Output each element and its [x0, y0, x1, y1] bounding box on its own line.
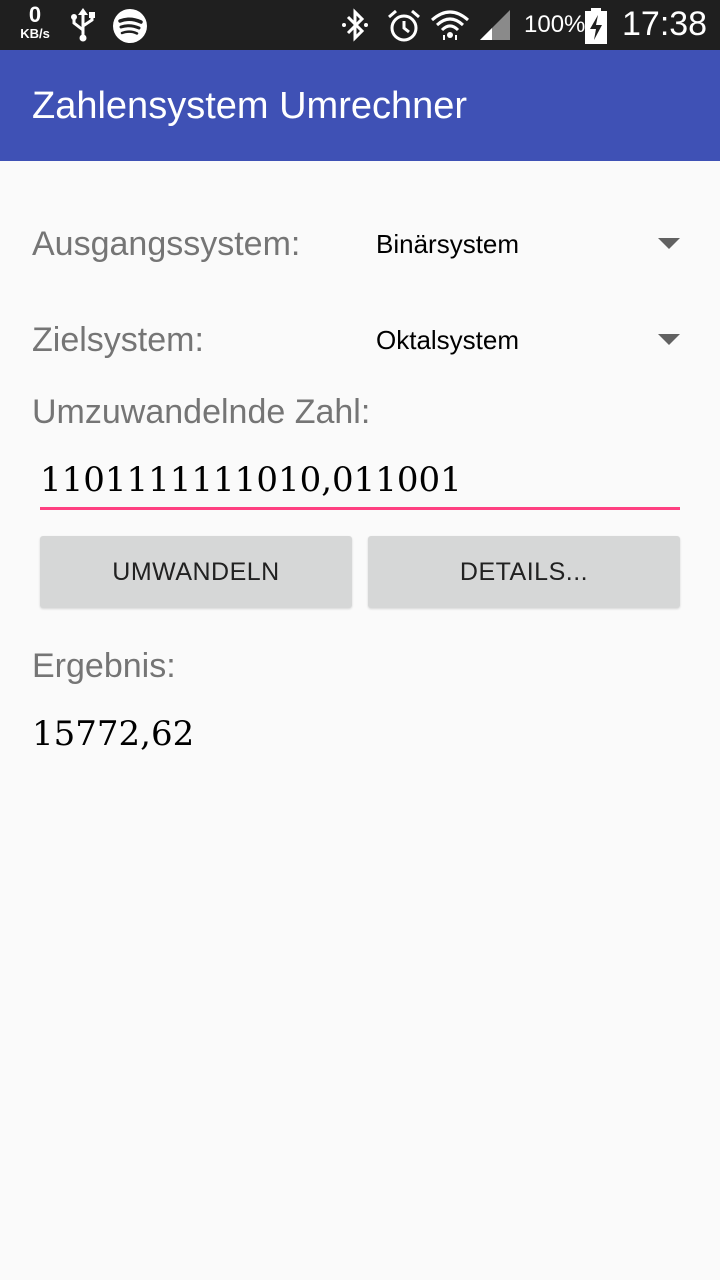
status-bar: 0 KB/s 100% 17:38	[0, 0, 720, 50]
spotify-icon	[113, 9, 147, 43]
clock: 17:38	[622, 5, 708, 43]
battery-percent: 100%	[524, 11, 586, 38]
source-system-label: Ausgangssystem:	[32, 225, 301, 263]
bluetooth-icon	[342, 8, 368, 42]
source-system-value: Binärsystem	[376, 229, 520, 259]
signal-icon	[480, 10, 510, 40]
dropdown-arrow-icon	[658, 238, 680, 249]
usb-icon	[71, 8, 95, 42]
source-system-spinner[interactable]: Binärsystem	[360, 214, 690, 274]
target-system-spinner[interactable]: Oktalsystem	[360, 310, 690, 370]
result-label: Ergebnis:	[32, 647, 176, 685]
result-value: 15772,62	[32, 714, 195, 754]
number-input[interactable]	[40, 452, 680, 510]
convert-button[interactable]: UMWANDELN	[40, 536, 352, 608]
network-speed-unit: KB/s	[20, 26, 50, 41]
network-speed: 0 KB/s	[14, 4, 56, 42]
details-button[interactable]: DETAILS...	[368, 536, 680, 608]
number-label: Umzuwandelnde Zahl:	[32, 393, 371, 431]
app-title: Zahlensystem Umrechner	[32, 85, 468, 127]
target-system-value: Oktalsystem	[376, 325, 520, 355]
network-speed-value: 0	[28, 2, 42, 27]
wifi-icon	[431, 10, 469, 40]
target-system-label: Zielsystem:	[32, 321, 204, 359]
app-bar: Zahlensystem Umrechner	[0, 50, 720, 161]
battery-charging-icon	[585, 8, 607, 44]
alarm-icon	[388, 9, 420, 42]
dropdown-arrow-icon	[658, 334, 680, 345]
